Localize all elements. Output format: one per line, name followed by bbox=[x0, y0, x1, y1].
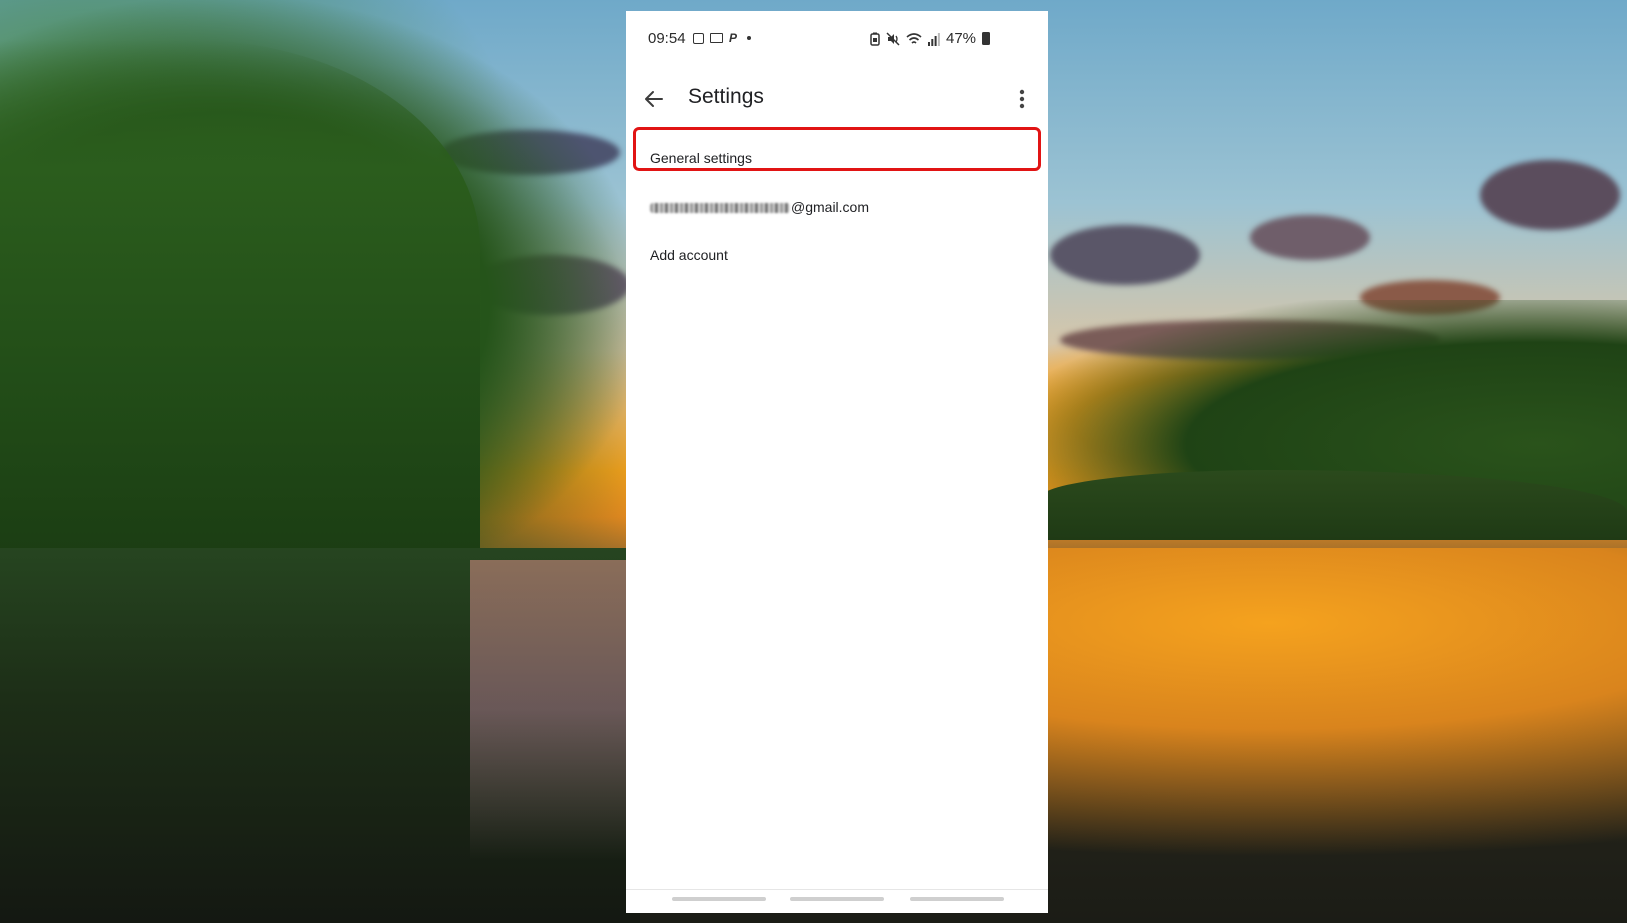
battery-saver-icon bbox=[870, 32, 880, 46]
status-left-icons: P bbox=[693, 31, 752, 45]
arrow-back-icon[interactable] bbox=[642, 87, 666, 111]
river-reflection-sky bbox=[470, 560, 640, 860]
forest-left-trees bbox=[0, 40, 480, 560]
phone-screen: 09:54 P 47% Settings General settings @g… bbox=[626, 11, 1048, 913]
cloud bbox=[1050, 225, 1200, 285]
gallery-icon bbox=[693, 32, 704, 44]
status-bar: 09:54 P 47% bbox=[626, 11, 1048, 67]
nav-recents-button[interactable] bbox=[672, 897, 766, 901]
account-item[interactable]: @gmail.com bbox=[626, 185, 1048, 231]
redacted-username bbox=[650, 203, 790, 214]
screen-icon bbox=[710, 33, 723, 43]
nav-home-button[interactable] bbox=[790, 897, 884, 901]
general-settings-item[interactable]: General settings bbox=[626, 136, 1048, 182]
add-account-item[interactable]: Add account bbox=[626, 233, 1048, 279]
page-title: Settings bbox=[688, 85, 764, 108]
cloud bbox=[1250, 215, 1370, 260]
nav-back-button[interactable] bbox=[910, 897, 1004, 901]
wifi-icon bbox=[906, 32, 922, 44]
more-vert-icon[interactable] bbox=[1012, 87, 1032, 111]
account-label: @gmail.com bbox=[650, 199, 869, 215]
status-time: 09:54 bbox=[648, 30, 686, 47]
dot-icon bbox=[747, 36, 752, 40]
account-email-suffix: @gmail.com bbox=[791, 199, 870, 215]
signal-icon bbox=[928, 32, 940, 46]
status-right-icons: 47% bbox=[870, 30, 991, 47]
paypal-icon: P bbox=[729, 31, 738, 45]
battery-icon bbox=[982, 32, 991, 45]
add-account-label: Add account bbox=[650, 247, 728, 263]
cloud bbox=[1480, 160, 1620, 230]
battery-percent: 47% bbox=[946, 30, 977, 47]
general-settings-label: General settings bbox=[650, 150, 752, 166]
app-bar: Settings bbox=[626, 67, 1048, 135]
navigation-bar bbox=[626, 889, 1048, 913]
mute-icon bbox=[886, 31, 900, 46]
